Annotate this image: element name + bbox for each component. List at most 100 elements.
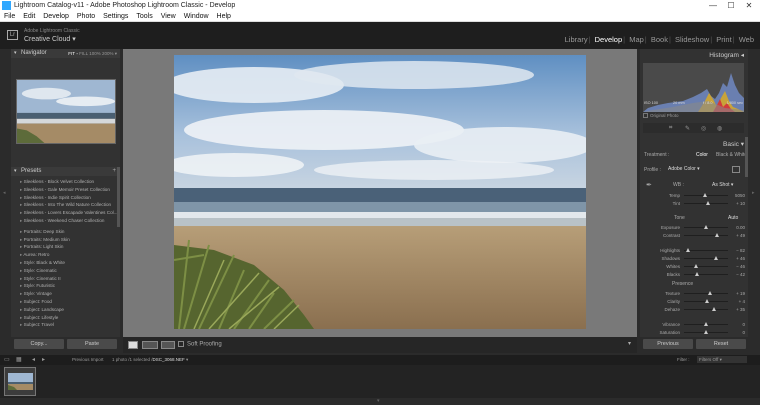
slider-track[interactable] bbox=[684, 225, 728, 229]
right-panel-toggle-icon[interactable]: ▸ bbox=[752, 190, 755, 196]
preset-folder[interactable]: Subject: Landscape bbox=[11, 306, 120, 314]
slider-value[interactable]: + 35 bbox=[731, 306, 745, 313]
slider-handle[interactable] bbox=[704, 330, 708, 334]
slider-contrast[interactable]: Contrast + 49 bbox=[640, 232, 748, 239]
slider-value[interactable]: + 19 bbox=[731, 290, 745, 297]
toolbar-menu-icon[interactable]: ▾ bbox=[628, 340, 631, 347]
grid-view-icon[interactable]: ▭ bbox=[4, 355, 10, 365]
preset-folder[interactable]: Subject: Lifestyle bbox=[11, 314, 120, 322]
copy-button[interactable]: Copy... bbox=[14, 339, 64, 349]
scrollbar[interactable] bbox=[117, 167, 120, 227]
slider-track[interactable] bbox=[684, 299, 728, 303]
zoom-fill[interactable]: FILL bbox=[79, 51, 88, 56]
slider-handle[interactable] bbox=[706, 201, 711, 205]
preset-folder[interactable]: Style: Vintage bbox=[11, 290, 120, 298]
module-develop[interactable]: Develop bbox=[595, 35, 623, 44]
presets-header[interactable]: ▾ Presets + bbox=[11, 167, 120, 176]
preset-folder[interactable]: Portraits: Deep Skin bbox=[11, 228, 120, 236]
slider-track[interactable] bbox=[684, 193, 728, 197]
slider-handle[interactable] bbox=[693, 264, 698, 268]
secondary-display-icon[interactable]: ▦ bbox=[16, 355, 22, 365]
slider-shadows[interactable]: Shadows + 46 bbox=[640, 255, 748, 262]
module-print[interactable]: Print bbox=[716, 35, 731, 44]
preset-folder[interactable]: Sleeklens - Block Velvet Collection bbox=[11, 178, 120, 186]
slider-temp[interactable]: Temp 5050 bbox=[640, 192, 748, 199]
red-eye-icon[interactable]: ◎ bbox=[701, 125, 706, 132]
slider-value[interactable]: 0 bbox=[731, 329, 745, 336]
slider-vibrance[interactable]: Vibrance 0 bbox=[640, 321, 748, 328]
menu-tools[interactable]: Tools bbox=[136, 13, 152, 20]
auto-tone-button[interactable]: Auto bbox=[728, 215, 738, 221]
maximize-button[interactable]: ☐ bbox=[724, 0, 738, 11]
reset-button[interactable]: Reset bbox=[696, 339, 746, 349]
slider-dehaze[interactable]: Dehaze + 35 bbox=[640, 306, 748, 313]
zoom-200[interactable]: 200% bbox=[102, 51, 114, 56]
slider-handle[interactable] bbox=[685, 248, 690, 252]
module-library[interactable]: Library bbox=[565, 35, 588, 44]
module-map[interactable]: Map bbox=[629, 35, 644, 44]
preset-folder[interactable]: Subject: Travel bbox=[11, 321, 120, 329]
histogram-header[interactable]: Histogram ◂ bbox=[709, 51, 744, 59]
treatment-bw-button[interactable]: Black & White bbox=[716, 152, 747, 158]
previous-button[interactable]: Previous bbox=[643, 339, 693, 349]
preset-folder[interactable]: Style: Black & White bbox=[11, 259, 120, 267]
slider-tint[interactable]: Tint + 10 bbox=[640, 200, 748, 207]
zoom-100[interactable]: 100% bbox=[89, 51, 101, 56]
preset-folder[interactable]: Sleeklens - Weekend Chaser Collection bbox=[11, 217, 120, 225]
spot-removal-icon[interactable]: ✎ bbox=[685, 125, 690, 132]
slider-track[interactable] bbox=[684, 330, 728, 334]
paste-button[interactable]: Paste bbox=[67, 339, 117, 349]
slider-handle[interactable] bbox=[703, 193, 708, 197]
filmstrip-toggle-icon[interactable]: ▾ bbox=[377, 398, 380, 404]
add-preset-icon[interactable]: + bbox=[112, 167, 116, 176]
main-photo[interactable] bbox=[174, 55, 586, 329]
slider-handle[interactable] bbox=[708, 291, 713, 295]
identity-line2[interactable]: Creative Cloud ▾ bbox=[24, 35, 76, 43]
slider-track[interactable] bbox=[684, 307, 728, 311]
preset-folder[interactable]: Sleeklens - Into The Wild Nature Collect… bbox=[11, 201, 120, 209]
menu-edit[interactable]: Edit bbox=[23, 13, 35, 20]
slider-handle[interactable] bbox=[714, 233, 719, 237]
preset-folder[interactable]: Sleeklens - Indie Spirit Collection bbox=[11, 194, 120, 202]
basic-header[interactable]: Basic ▾ bbox=[723, 140, 744, 148]
slider-texture[interactable]: Texture + 19 bbox=[640, 290, 748, 297]
preset-folder[interactable]: Sleeklens - Lovers Escapade Valentines C… bbox=[11, 209, 120, 217]
slider-track[interactable] bbox=[684, 201, 728, 205]
slider-handle[interactable] bbox=[694, 272, 699, 276]
wb-select[interactable]: As Shot ▾ bbox=[712, 182, 733, 188]
profile-select[interactable]: Adobe Color ▾ bbox=[668, 166, 700, 172]
slider-whites[interactable]: Whites − 46 bbox=[640, 263, 748, 270]
slider-value[interactable]: 0.00 bbox=[731, 224, 745, 231]
slider-track[interactable] bbox=[684, 322, 728, 326]
forward-arrow-icon[interactable]: ▸ bbox=[42, 355, 45, 365]
slider-value[interactable]: + 10 bbox=[731, 200, 745, 207]
minimize-button[interactable]: — bbox=[706, 0, 720, 11]
before-after-icon[interactable] bbox=[142, 341, 158, 349]
menu-develop[interactable]: Develop bbox=[43, 13, 69, 20]
slider-value[interactable]: − 82 bbox=[731, 247, 745, 254]
loupe-view-icon[interactable] bbox=[128, 341, 138, 349]
preset-folder[interactable]: Style: Cinematic bbox=[11, 267, 120, 275]
slider-exposure[interactable]: Exposure 0.00 bbox=[640, 224, 748, 231]
left-panel-toggle-icon[interactable]: ◂ bbox=[3, 190, 6, 196]
slider-highlights[interactable]: Highlights − 82 bbox=[640, 247, 748, 254]
filter-select[interactable]: Filters Off ▾ bbox=[697, 356, 747, 363]
profile-browser-icon[interactable] bbox=[732, 166, 740, 173]
menu-photo[interactable]: Photo bbox=[77, 13, 95, 20]
slider-track[interactable] bbox=[684, 233, 728, 237]
slider-track[interactable] bbox=[684, 264, 728, 268]
photo-canvas[interactable] bbox=[123, 49, 637, 337]
checkbox[interactable] bbox=[643, 113, 648, 119]
filmstrip-source[interactable]: Previous Import bbox=[72, 355, 104, 365]
module-slideshow[interactable]: Slideshow bbox=[675, 35, 709, 44]
slider-value[interactable]: 5050 bbox=[731, 192, 745, 199]
slider-handle[interactable] bbox=[704, 225, 708, 229]
masking-icon[interactable]: ◍ bbox=[717, 125, 722, 132]
slider-value[interactable]: 0 bbox=[731, 321, 745, 328]
navigator-preview[interactable] bbox=[16, 79, 116, 144]
slider-track[interactable] bbox=[684, 291, 728, 295]
slider-blacks[interactable]: Blacks − 42 bbox=[640, 271, 748, 278]
close-button[interactable]: ✕ bbox=[742, 0, 756, 11]
treatment-color-button[interactable]: Color bbox=[696, 152, 708, 158]
preset-folder[interactable]: Subject: Food bbox=[11, 298, 120, 306]
